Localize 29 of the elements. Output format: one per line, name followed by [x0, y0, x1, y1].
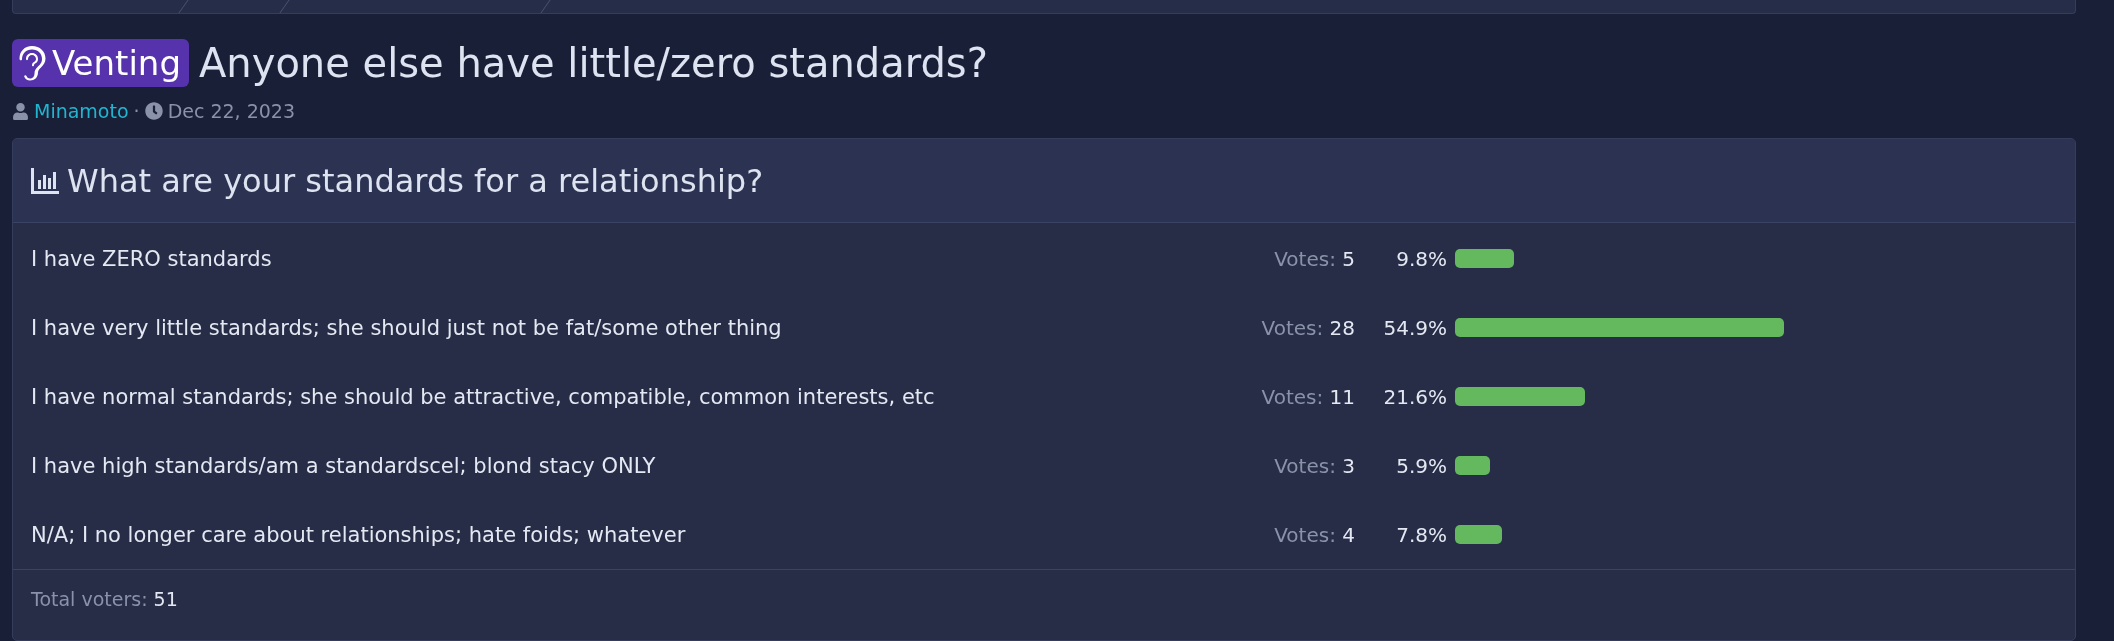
result-bar	[1455, 249, 1514, 268]
vote-count: Votes: 11	[1260, 384, 1355, 409]
result-bar	[1455, 456, 1491, 475]
poll-option: I have normal standards; she should be attractive, compatible, common interests, etc	[31, 384, 1175, 409]
vote-percent: 7.8%	[1395, 522, 1448, 547]
poll-option: I have ZERO standards	[31, 246, 1175, 271]
vote-percent: 21.6%	[1382, 384, 1448, 409]
bar-chart-icon	[31, 167, 59, 194]
vote-percent: 5.9%	[1395, 453, 1448, 478]
clock-icon	[144, 102, 163, 120]
ear-icon	[18, 45, 46, 81]
poll-option: I have high standards/am a standardscel; blond stacy ONLY	[31, 453, 1175, 478]
separator-dot: ·	[133, 100, 140, 122]
author-link[interactable]: Minamoto	[34, 100, 129, 122]
vote-count: Votes: 28	[1260, 315, 1355, 340]
vote-percent: 9.8%	[1395, 246, 1448, 271]
vote-percent: 54.9%	[1382, 315, 1448, 340]
user-icon	[12, 102, 29, 120]
result-bar	[1455, 525, 1502, 544]
prefix-badge[interactable]: Venting	[12, 39, 189, 87]
post-date: Dec 22, 2023	[167, 100, 296, 122]
poll-option: N/A; I no longer care about relationships; hate foids; whatever	[31, 522, 1175, 547]
vote-count: Votes: 3	[1273, 453, 1355, 478]
poll-question: What are your standards for a relationship?	[67, 161, 764, 200]
poll-option: I have very little standards; she should just not be fat/some other thing	[31, 315, 1175, 340]
vote-count: Votes: 5	[1273, 246, 1355, 271]
thread-title: Anyone else have little/zero standards?	[199, 40, 988, 86]
total-voters: Total voters: 51	[13, 569, 2075, 628]
vote-count: Votes: 4	[1273, 522, 1355, 547]
